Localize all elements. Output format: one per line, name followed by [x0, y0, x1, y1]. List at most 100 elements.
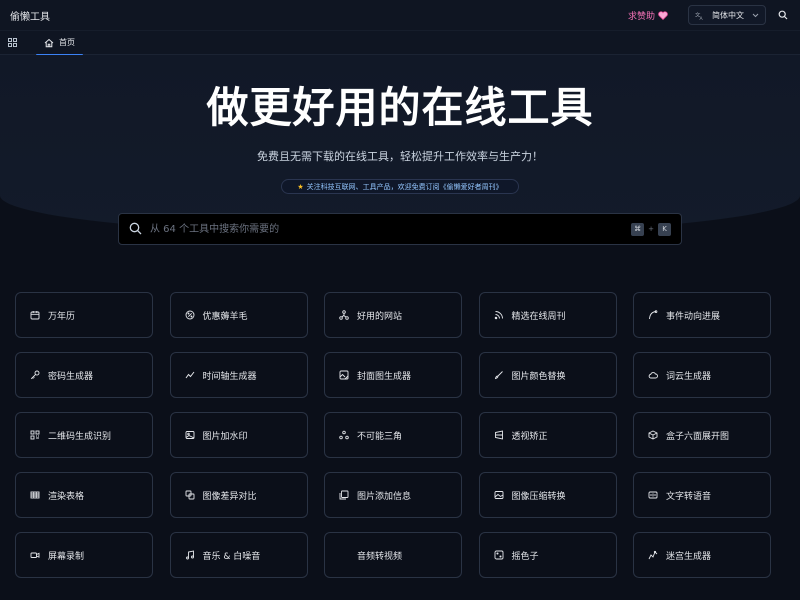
- video-icon: [30, 550, 40, 560]
- shortcut-separator: +: [648, 225, 654, 233]
- tab-home-label: 首页: [59, 38, 75, 47]
- search-icon: [129, 220, 142, 239]
- tool-card-label: 图片颜色替换: [511, 371, 566, 382]
- compare-icon: [185, 490, 195, 500]
- hero-background: [0, 55, 800, 235]
- tool-card-password[interactable]: 密码生成器: [15, 352, 153, 398]
- tool-card-music[interactable]: 音乐 & 白噪音: [169, 532, 308, 578]
- tool-card-label: 屏幕录制: [48, 551, 85, 562]
- brand-logo-text[interactable]: 偷懒工具: [10, 8, 50, 23]
- timeline-curve-icon: [648, 310, 658, 320]
- shortcut-command-key: ⌘: [631, 222, 645, 236]
- tool-card-label: 事件动向进展: [666, 311, 721, 322]
- apps-grid-icon[interactable]: [8, 37, 18, 48]
- tool-card-label: 密码生成器: [48, 371, 94, 382]
- image-edit-icon: [339, 370, 349, 380]
- tool-card-timeline[interactable]: 时间轴生成器: [169, 352, 308, 398]
- tool-card-cover[interactable]: 封面图生成器: [324, 352, 462, 398]
- tool-card-label: 透视矫正: [511, 431, 548, 442]
- tool-card-qrcode[interactable]: 二维码生成识别: [15, 412, 153, 458]
- tool-card-label: 音频转视频: [357, 551, 403, 562]
- tool-card-label: 渲染表格: [48, 491, 85, 502]
- box-icon: [648, 430, 658, 440]
- trend-icon: [185, 370, 195, 380]
- home-icon: [44, 38, 54, 48]
- tool-card-label: 时间轴生成器: [202, 371, 257, 382]
- tool-card-color-replace[interactable]: 图片颜色替换: [478, 352, 617, 398]
- coupon-icon: [185, 310, 195, 320]
- maze-icon: [648, 550, 658, 560]
- page-title: 做更好用的在线工具: [206, 83, 594, 132]
- star-icon: ★: [297, 182, 304, 191]
- cloud-icon: [648, 370, 658, 380]
- tool-card-maze[interactable]: 迷宫生成器: [633, 532, 771, 578]
- tool-card-label: 精选在线周刊: [511, 311, 566, 322]
- sponsor-link[interactable]: 求赞助: [628, 9, 668, 22]
- tool-card-calendar[interactable]: 万年历: [15, 292, 153, 338]
- tool-card-audio-video[interactable]: 音频转视频: [324, 532, 462, 578]
- search-icon[interactable]: [776, 8, 790, 22]
- audio-video-icon: [339, 550, 349, 560]
- tool-card-box-net[interactable]: 盒子六面展开图: [633, 412, 771, 458]
- newsletter-notice-text: 关注科技互联网、工具产品，欢迎免费订阅《偷懒爱好者周刊》: [306, 182, 503, 191]
- tool-card-label: 图像差异对比: [202, 491, 257, 502]
- tool-card-tts[interactable]: 文字转语音: [633, 472, 771, 518]
- tool-card-perspective[interactable]: 透视矫正: [478, 412, 617, 458]
- table-icon: [30, 490, 40, 500]
- tool-card-coupon[interactable]: 优惠薅羊毛: [169, 292, 308, 338]
- sponsor-label: 求赞助: [627, 11, 655, 22]
- image-info-icon: [339, 490, 349, 500]
- tool-card-websites[interactable]: 好用的网站: [324, 292, 462, 338]
- tool-card-image-info[interactable]: 图片添加信息: [324, 472, 462, 518]
- brush-icon: [494, 370, 504, 380]
- tool-card-label: 迷宫生成器: [666, 551, 712, 562]
- qrcode-icon: [30, 430, 40, 440]
- tool-card-image-compress[interactable]: 图像压缩转换: [478, 472, 617, 518]
- tool-card-label: 词云生成器: [666, 371, 712, 382]
- tool-card-label: 图像压缩转换: [511, 491, 566, 502]
- tool-card-label: 盒子六面展开图: [666, 431, 730, 442]
- tool-card-label: 封面图生成器: [357, 371, 412, 382]
- tool-card-label: 图片加水印: [202, 431, 248, 442]
- language-label: 简体中文: [712, 10, 744, 20]
- tool-card-table[interactable]: 渲染表格: [15, 472, 153, 518]
- music-icon: [185, 550, 195, 560]
- tool-card-label: 优惠薅羊毛: [202, 311, 248, 322]
- rss-icon: [494, 310, 504, 320]
- tool-card-watermark[interactable]: 图片加水印: [169, 412, 308, 458]
- tab-home[interactable]: 首页: [36, 30, 83, 56]
- tool-card-dice[interactable]: 摇色子: [478, 532, 617, 578]
- tool-card-wordcloud[interactable]: 词云生成器: [633, 352, 771, 398]
- tool-card-events[interactable]: 事件动向进展: [633, 292, 771, 338]
- tool-search-input[interactable]: [148, 222, 632, 236]
- tool-card-label: 文字转语音: [666, 491, 712, 502]
- tool-card-weekly[interactable]: 精选在线周刊: [478, 292, 617, 338]
- tool-card-label: 摇色子: [511, 551, 539, 562]
- app-root: 偷懒工具 求赞助 文A 简体中文 首页 做更好用的在线工具 免费且无需下载的在线…: [0, 0, 800, 600]
- tool-card-image-diff[interactable]: 图像差异对比: [169, 472, 308, 518]
- svg-text:A: A: [700, 16, 704, 20]
- key-icon: [30, 370, 40, 380]
- chevron-down-icon: [752, 11, 759, 20]
- tool-card-triangle[interactable]: 不可能三角: [324, 412, 462, 458]
- newsletter-notice-link[interactable]: ★ 关注科技互联网、工具产品，欢迎免费订阅《偷懒爱好者周刊》: [281, 179, 519, 194]
- heart-icon: [658, 10, 668, 20]
- page-subtitle: 免费且无需下载的在线工具，轻松提升工作效率与生产力！: [257, 150, 543, 163]
- calendar-icon: [30, 310, 40, 320]
- tool-card-label: 图片添加信息: [357, 491, 412, 502]
- dice-icon: [494, 550, 504, 560]
- tool-card-label: 万年历: [48, 311, 76, 322]
- image-icon: [185, 430, 195, 440]
- tool-card-screen-record[interactable]: 屏幕录制: [15, 532, 153, 578]
- language-select[interactable]: 文A 简体中文: [688, 5, 766, 25]
- tool-card-label: 好用的网站: [357, 311, 403, 322]
- perspective-icon: [494, 430, 504, 440]
- top-bar: 偷懒工具 求赞助 文A 简体中文: [0, 0, 800, 30]
- tool-card-label: 不可能三角: [357, 431, 403, 442]
- translate-icon: 文A: [695, 11, 704, 20]
- triangle-nodes-icon: [339, 430, 349, 440]
- tool-card-label: 二维码生成识别: [48, 431, 112, 442]
- tool-grid: 万年历 优惠薅羊毛 好用的网站 精选在线周刊 事件动向进展 密码生成器 时间轴生…: [15, 292, 785, 578]
- tool-card-label: 音乐 & 白噪音: [202, 551, 261, 562]
- image-compress-icon: [494, 490, 504, 500]
